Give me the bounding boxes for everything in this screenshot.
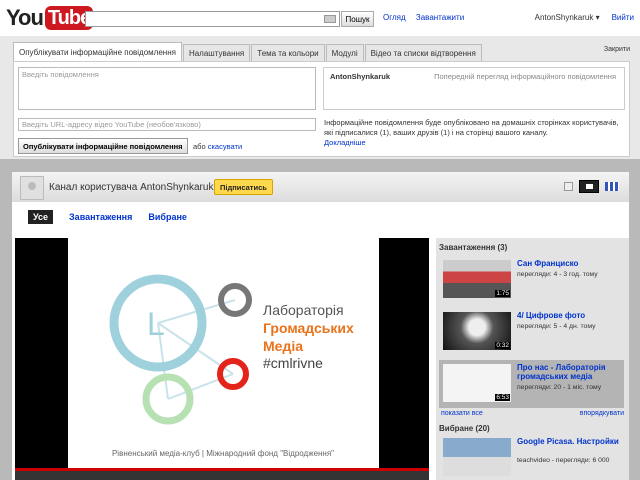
tab-themes[interactable]: Тема та кольори <box>251 44 325 61</box>
video-meta: teachvideo - перегляди: 6 000 <box>517 457 610 464</box>
message-textarea[interactable]: Введіть повідомлення <box>18 67 316 110</box>
learn-more-link[interactable]: Докладніше <box>324 138 366 147</box>
video-thumbnail[interactable]: 0:32 <box>443 312 511 350</box>
video-duration: 0:32 <box>495 342 510 349</box>
video-frame: L Лабораторія Громадських Медіа #cmlrivn… <box>68 238 379 471</box>
or-text: або <box>193 142 206 151</box>
preview-label: Попередній перегляд інформаційного повід… <box>434 72 616 81</box>
search-input[interactable] <box>85 11 340 27</box>
channel-sidebar: Завантаження (3) 1:75 Сан Франциско пере… <box>436 238 629 480</box>
top-nav: Огляд Завантажити <box>383 13 472 22</box>
video-title[interactable]: Сан Франциско <box>517 259 622 268</box>
channel-box: Канал користувача AntonShynkaruk Підписа… <box>12 172 629 480</box>
chevron-down-icon: ▾ <box>595 13 600 22</box>
video-thumbnail[interactable]: 6:53 <box>443 364 511 402</box>
info-text: Інформаційне повідомлення буде опубліков… <box>324 118 619 137</box>
subscribe-button[interactable]: Підписатись <box>214 179 273 195</box>
slide-line1: Лабораторія <box>263 302 344 318</box>
bulletin-preview: AntonShynkaruk Попередній перегляд інфор… <box>323 67 625 110</box>
channel-tabs: Усе Завантаження Вибране <box>28 210 187 224</box>
view-toggle <box>564 180 619 193</box>
tab-post-bulletin[interactable]: Опублікувати інформаційне повідомлення <box>13 42 182 61</box>
tab-all[interactable]: Усе <box>28 210 54 224</box>
video-title[interactable]: Про нас - Лабораторія громадських медіа <box>517 363 622 381</box>
video-meta: перегляди: 4 - 3 год. тому <box>517 271 598 278</box>
slide-line3: Медіа <box>263 338 303 354</box>
slide-graphic: L Лабораторія Громадських Медіа #cmlrivn… <box>109 274 354 458</box>
upload-link[interactable]: Завантажити <box>416 13 464 22</box>
channel-edit-tabs: Опублікувати інформаційне повідомлення Н… <box>13 42 483 61</box>
video-duration: 1:75 <box>495 290 510 297</box>
keyboard-icon[interactable] <box>324 15 336 23</box>
search-button[interactable]: Пошук <box>341 11 374 27</box>
slide-line2: Громадських <box>263 320 354 336</box>
tab-videos-playlists[interactable]: Відео та списки відтворення <box>364 44 482 61</box>
slide-hashtag: #cmlrivne <box>263 355 323 371</box>
channel-header: Канал користувача AntonShynkaruk Підписа… <box>12 172 629 202</box>
tab-favorites[interactable]: Вибране <box>148 210 187 224</box>
username-label: AntonShynkaruk <box>534 13 594 22</box>
video-url-input[interactable]: Введіть URL-адресу відео YouTube (необов… <box>18 118 316 131</box>
user-menu: AntonShynkaruk ▾ Вийти <box>535 13 634 22</box>
close-link[interactable]: Закрити <box>604 46 630 53</box>
video-player[interactable]: L Лабораторія Громадських Медіа #cmlrivn… <box>15 238 429 480</box>
signout-link[interactable]: Вийти <box>612 13 634 22</box>
video-title[interactable]: 4/ Цифрове фото <box>517 311 622 320</box>
avatar[interactable] <box>20 176 44 200</box>
or-cancel: або скасувати <box>193 142 242 151</box>
video-meta: перегляди: 20 - 1 міс. тому <box>517 384 602 391</box>
list-item[interactable]: Google Picasa. Настройки teachvideo - пе… <box>439 434 624 478</box>
list-item[interactable]: 1:75 Сан Франциско перегляди: 4 - 3 год.… <box>439 256 624 300</box>
bulletin-editor: Опублікувати інформаційне повідомлення Н… <box>0 36 640 159</box>
player-view-icon[interactable] <box>579 180 599 193</box>
bulletin-info: Інформаційне повідомлення буде опубліков… <box>324 118 624 148</box>
sort-link[interactable]: впорядкувати <box>580 410 624 417</box>
channel-title: Канал користувача AntonShynkaruk <box>49 182 214 193</box>
player-controls[interactable] <box>15 468 429 480</box>
tab-uploads[interactable]: Завантаження <box>69 210 132 224</box>
top-bar: You Tube Пошук Огляд Завантажити AntonSh… <box>0 0 640 36</box>
favorites-header: Вибране (20) <box>439 424 490 433</box>
post-bulletin-button[interactable]: Опублікувати інформаційне повідомлення <box>18 138 188 154</box>
show-all-link[interactable]: показати все <box>441 410 483 417</box>
cancel-link[interactable]: скасувати <box>208 142 242 151</box>
video-thumbnail[interactable] <box>443 438 511 476</box>
bulletin-panel: Введіть повідомлення AntonShynkaruk Попе… <box>13 61 630 157</box>
video-title[interactable]: Google Picasa. Настройки <box>517 437 622 446</box>
grid-view-icon[interactable] <box>605 182 619 191</box>
slide-letter: L <box>147 306 165 342</box>
video-meta: перегляди: 5 - 4 дн. тому <box>517 323 596 330</box>
tab-settings[interactable]: Налаштування <box>182 44 251 61</box>
logo-you: You <box>6 5 44 30</box>
youtube-logo[interactable]: You Tube <box>6 4 94 32</box>
uploads-header: Завантаження (3) <box>439 243 508 252</box>
list-item[interactable]: 0:32 4/ Цифрове фото перегляди: 5 - 4 дн… <box>439 308 624 352</box>
preview-username: AntonShynkaruk <box>330 72 391 81</box>
video-thumbnail[interactable]: 1:75 <box>443 260 511 298</box>
progress-bar[interactable] <box>15 468 429 471</box>
video-duration: 6:53 <box>495 394 510 401</box>
slide-footer: Рівненський медіа-клуб | Міжнародний фон… <box>112 449 334 458</box>
list-view-icon[interactable] <box>564 182 573 191</box>
tab-modules[interactable]: Модулі <box>325 44 364 61</box>
browse-link[interactable]: Огляд <box>383 13 406 22</box>
list-item[interactable]: 6:53 Про нас - Лабораторія громадських м… <box>439 360 624 408</box>
username-dropdown[interactable]: AntonShynkaruk ▾ <box>535 13 600 22</box>
